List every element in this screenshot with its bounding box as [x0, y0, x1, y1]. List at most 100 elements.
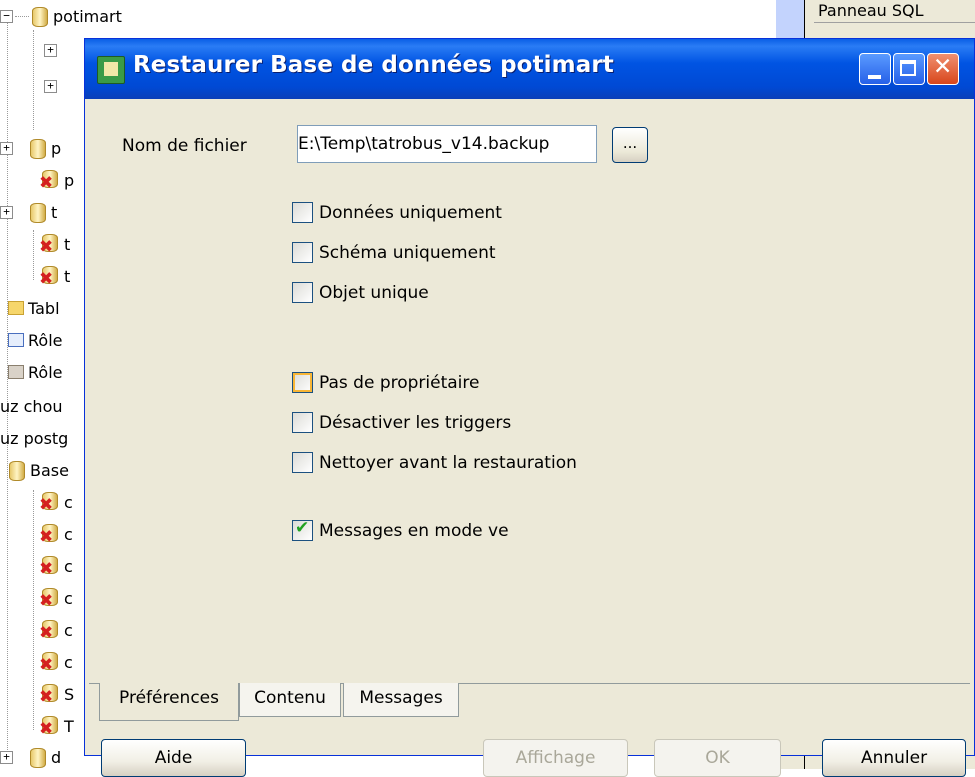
checkbox-box[interactable] — [292, 452, 313, 473]
checkbox-label: Objet unique — [319, 282, 429, 303]
checkbox-schema-only[interactable]: Schéma uniquement — [292, 242, 496, 263]
checkbox-label: Désactiver les triggers — [319, 412, 512, 433]
help-button[interactable]: Aide — [101, 739, 246, 777]
tree-node[interactable]: S — [38, 682, 75, 707]
tree-node[interactable]: Base — [8, 458, 69, 482]
dialog-title: Restaurer Base de données potimart — [133, 52, 614, 78]
dialog-titlebar[interactable]: Restaurer Base de données potimart — [85, 39, 974, 99]
tree-node-potimart[interactable]: − potimart — [0, 4, 122, 28]
sql-pane-title: Panneau SQL — [818, 1, 924, 20]
database-icon — [29, 747, 46, 768]
checkbox-label: Schéma uniquement — [319, 242, 496, 263]
checkbox-box[interactable] — [292, 202, 313, 223]
tree-node[interactable]: + t — [0, 200, 57, 224]
tree-node[interactable]: t — [38, 232, 71, 257]
tree-node[interactable]: Tabl — [8, 296, 60, 320]
tree-node-label: p — [51, 138, 62, 158]
file-name-value: E:\Temp\tatrobus_v14.backup — [298, 134, 550, 154]
tree-node-label: t — [64, 234, 71, 254]
database-disconnected-icon — [38, 619, 60, 643]
tree-node[interactable]: c — [38, 618, 73, 643]
database-icon — [29, 138, 46, 159]
tree-node-label: Base — [30, 460, 69, 480]
restore-dialog: Restaurer Base de données potimart Nom d… — [84, 38, 975, 777]
checkbox-single-object[interactable]: Objet unique — [292, 282, 429, 303]
tree-node[interactable]: c — [38, 650, 73, 675]
tree-node[interactable]: c — [38, 522, 73, 547]
tree-node-label: Rôle — [28, 362, 63, 382]
tree-node[interactable]: + d — [0, 745, 61, 769]
ok-button[interactable]: OK — [654, 739, 781, 777]
database-disconnected-icon — [38, 233, 60, 257]
checkbox-disable-triggers[interactable]: Désactiver les triggers — [292, 412, 511, 433]
tree-node-label: c — [64, 492, 73, 512]
tab-messages[interactable]: Messages — [343, 683, 459, 717]
tree-node[interactable]: uz chou — [0, 394, 63, 418]
tree-node-label: T — [64, 716, 74, 736]
database-icon — [31, 6, 48, 27]
collapse-icon[interactable]: − — [0, 9, 13, 23]
tree-node-label: uz postg — [0, 428, 69, 448]
display-button[interactable]: Affichage — [483, 739, 628, 777]
checkbox-label: Pas de propriétaire — [319, 372, 480, 393]
expand-icon[interactable]: + — [0, 205, 13, 219]
tree-node[interactable]: + — [44, 38, 59, 62]
checkbox-box[interactable] — [292, 518, 313, 541]
tree-node[interactable]: + p — [0, 136, 61, 160]
tree-node[interactable]: t — [38, 264, 71, 289]
checkbox-box[interactable] — [292, 282, 313, 303]
minimize-button[interactable] — [859, 53, 891, 85]
tab-preferences[interactable]: Préférences — [99, 683, 239, 721]
tree-node-label: c — [64, 620, 73, 640]
tree-node-label: t — [64, 266, 71, 286]
checkbox-label: Messages en mode ve — [319, 520, 509, 541]
cancel-button[interactable]: Annuler — [822, 739, 966, 777]
tree-node[interactable]: p — [38, 168, 75, 193]
scrollbar[interactable] — [776, 0, 805, 38]
tree-node-label: Tabl — [28, 298, 60, 318]
database-disconnected-icon — [38, 715, 60, 739]
tree-node-label: c — [64, 556, 73, 576]
folder-icon — [8, 301, 24, 315]
tree-node[interactable]: Rôle — [8, 328, 62, 352]
tree-node[interactable]: c — [38, 586, 73, 611]
tree-node-label: uz chou — [0, 396, 63, 416]
checkbox-box[interactable] — [292, 242, 313, 263]
checkbox-verbose-messages[interactable]: Messages en mode ve — [292, 518, 509, 541]
databases-icon — [8, 460, 25, 481]
database-disconnected-icon — [38, 651, 60, 675]
checkbox-box[interactable] — [292, 372, 313, 393]
checkbox-label: Données uniquement — [319, 202, 502, 223]
tree-node-label: p — [64, 170, 75, 190]
tree-node[interactable]: c — [38, 490, 73, 515]
tree-node[interactable]: Rôle — [8, 360, 62, 384]
close-button[interactable] — [927, 53, 959, 85]
tree-node[interactable]: uz postg — [0, 426, 68, 450]
tree-node-label: S — [64, 684, 75, 704]
database-disconnected-icon — [38, 265, 60, 289]
divider — [814, 22, 975, 23]
browse-button[interactable]: ... — [612, 127, 648, 163]
database-disconnected-icon — [38, 523, 60, 547]
expand-icon[interactable]: + — [0, 750, 13, 764]
expand-icon[interactable]: + — [44, 79, 57, 93]
role-icon — [8, 333, 24, 347]
tree-node[interactable]: + — [44, 74, 59, 98]
checkbox-box[interactable] — [292, 412, 313, 433]
expand-icon[interactable]: + — [0, 141, 13, 155]
checkbox-no-owner[interactable]: Pas de propriétaire — [292, 372, 479, 393]
tab-bar: Préférences Contenu Messages — [89, 683, 970, 733]
maximize-button[interactable] — [893, 53, 925, 85]
tree-node[interactable]: c — [38, 554, 73, 579]
checkbox-clean-before-restore[interactable]: Nettoyer avant la restauration — [292, 452, 577, 473]
tab-content[interactable]: Contenu — [239, 683, 341, 717]
checkbox-data-only[interactable]: Données uniquement — [292, 202, 502, 223]
database-disconnected-icon — [38, 169, 60, 193]
tree-node-label: potimart — [53, 6, 122, 26]
tree-node-label: d — [51, 747, 62, 767]
tree-node[interactable]: T — [38, 714, 74, 739]
tree-node-label: Rôle — [28, 330, 63, 350]
file-name-input[interactable]: E:\Temp\tatrobus_v14.backup — [297, 125, 597, 163]
restore-icon — [97, 56, 125, 84]
expand-icon[interactable]: + — [44, 43, 57, 57]
